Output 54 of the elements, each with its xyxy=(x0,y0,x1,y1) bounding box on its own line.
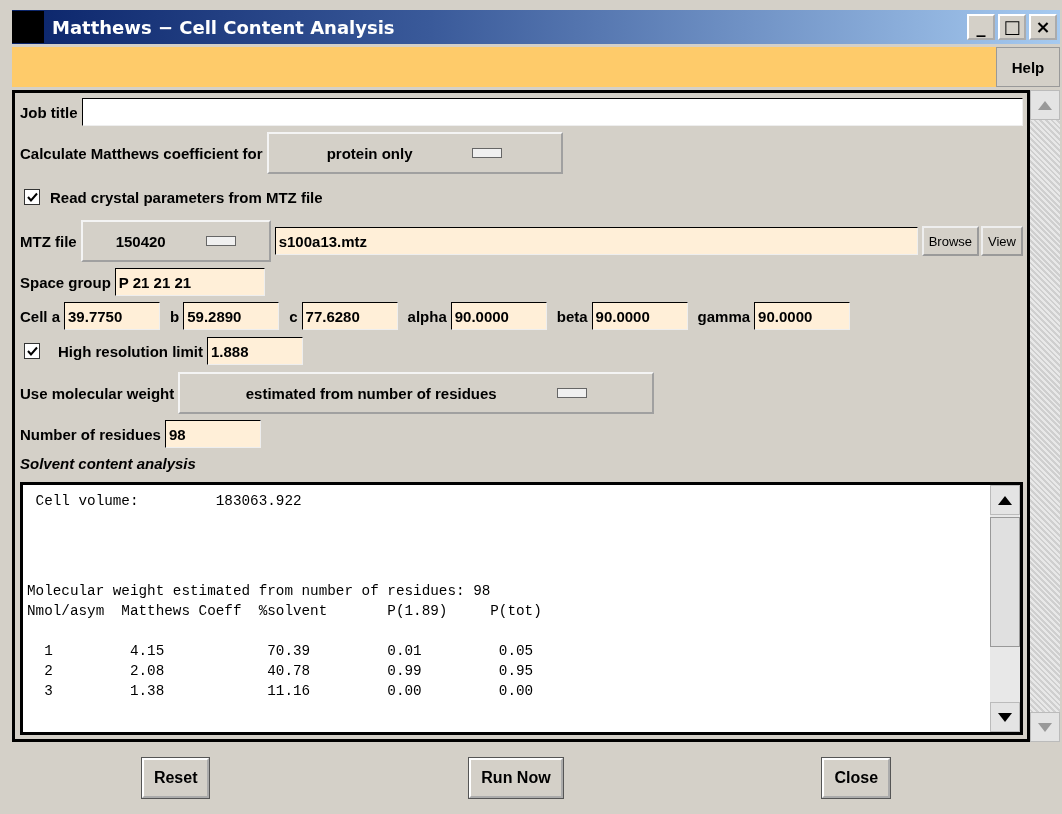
output-line: Cell volume: 183063.922 xyxy=(34,492,303,511)
scroll-down-icon[interactable] xyxy=(998,712,1012,722)
space-group-field[interactable]: P 21 21 21 xyxy=(114,268,265,296)
file-action-button[interactable]: Browse xyxy=(921,226,980,256)
cell-parameter-field[interactable]: 39.7750 xyxy=(64,302,161,330)
cell-parameter-field[interactable]: 90.0000 xyxy=(591,302,688,330)
output-line: Molecular weight estimated from number of residues: 98 xyxy=(27,582,492,601)
field-label: Cell a xyxy=(20,307,61,325)
field-label: High resolution limit xyxy=(58,342,203,360)
window-title: Matthews − Cell Content Analysis xyxy=(52,16,396,38)
field-label: gamma xyxy=(697,307,751,325)
field-label: Job title xyxy=(20,103,78,121)
cell-parameter-field[interactable]: 90.0000 xyxy=(450,302,547,330)
window-control-button[interactable]: _ xyxy=(967,14,995,40)
section-title: Solvent content analysis xyxy=(20,455,197,472)
field-label: Space group xyxy=(20,273,111,291)
window-control-button[interactable]: □ xyxy=(998,14,1026,40)
job-title-field[interactable] xyxy=(81,98,1023,126)
field-label: beta xyxy=(556,307,588,325)
scroll-up-icon[interactable] xyxy=(998,495,1012,505)
output-line: Nmol/asym Matthews Coeff %solvent P(1.89) P(tot) xyxy=(27,602,543,621)
action-button[interactable]: Run Now xyxy=(469,758,563,798)
field-label: Use molecular weight xyxy=(20,384,175,402)
field-label: alpha xyxy=(407,307,447,325)
file-action-button[interactable]: View xyxy=(981,226,1023,256)
option-menu-indicator-icon xyxy=(205,236,236,246)
field-label: Number of residues xyxy=(20,425,161,443)
field-label: MTZ file xyxy=(20,232,77,250)
output-line: 2 2.08 40.78 0.99 0.95 xyxy=(43,662,535,681)
checkbox[interactable] xyxy=(24,343,40,359)
action-button[interactable]: Close xyxy=(822,758,891,798)
cell-parameter-field[interactable]: 59.2890 xyxy=(183,302,280,330)
output-line: 1 4.15 70.39 0.01 0.05 xyxy=(43,642,535,661)
scrollbar[interactable] xyxy=(990,485,1020,732)
option-menu[interactable]: protein only xyxy=(266,132,563,174)
option-menu[interactable]: 150420 xyxy=(80,220,271,262)
field-label: Calculate Matthews coefficient for xyxy=(20,144,263,162)
action-button[interactable]: Reset xyxy=(141,758,210,798)
output-line: 3 1.38 11.16 0.00 0.00 xyxy=(43,682,535,701)
option-menu-indicator-icon xyxy=(556,388,587,398)
window-control-button[interactable]: × xyxy=(1029,14,1057,40)
checkbox-label: Read crystal parameters from MTZ file xyxy=(50,188,323,206)
option-menu[interactable]: estimated from number of residues xyxy=(178,372,655,414)
field-label: c xyxy=(289,307,298,325)
cell-parameter-field[interactable]: 77.6280 xyxy=(301,302,398,330)
help-button[interactable]: Help xyxy=(996,47,1060,87)
resolution-field[interactable]: 1.888 xyxy=(207,337,303,365)
app-icon xyxy=(12,11,44,43)
option-menu-indicator-icon xyxy=(472,148,503,158)
field-label: b xyxy=(170,307,180,325)
mtz-file-field[interactable]: s100a13.mtz xyxy=(274,227,918,255)
cell-parameter-field[interactable]: 90.0000 xyxy=(754,302,851,330)
residues-field[interactable]: 98 xyxy=(164,420,261,448)
checkbox[interactable] xyxy=(24,189,40,205)
